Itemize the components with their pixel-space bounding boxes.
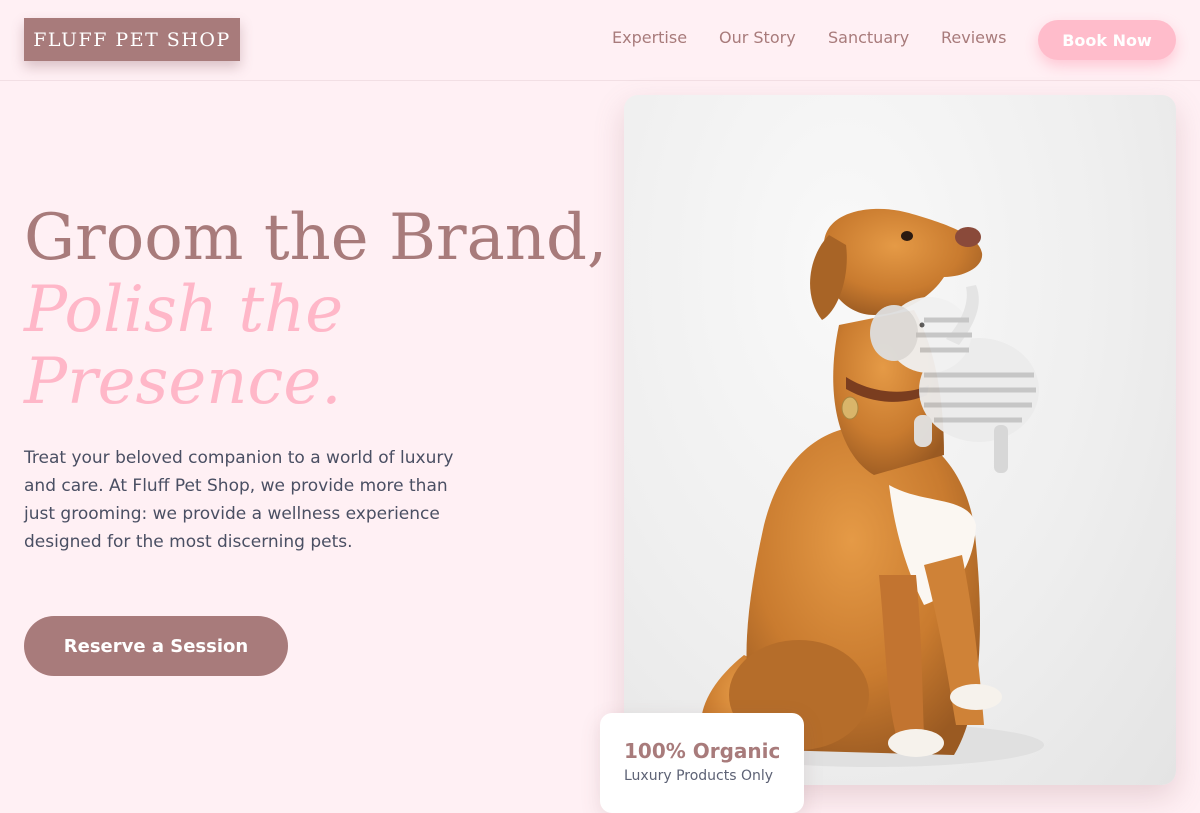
site-header: FLUFF PET SHOP Expertise Our Story Sanct… — [0, 0, 1200, 81]
nav-link-our-story[interactable]: Our Story — [719, 28, 796, 47]
hero-title-line-2: Polish the — [24, 273, 344, 347]
main-nav: Expertise Our Story Sanctuary Reviews — [0, 28, 1200, 52]
nav-link-expertise[interactable]: Expertise — [612, 28, 687, 47]
hero-title-line-3: Presence. — [24, 345, 342, 419]
nav-link-sanctuary[interactable]: Sanctuary — [828, 28, 909, 47]
hero-title: Groom the Brand, Polish the Presence. — [24, 202, 607, 418]
hero-dog-photo — [624, 95, 1176, 785]
badge-title: 100% Organic — [624, 739, 781, 763]
dog-illustration — [701, 208, 1044, 767]
badge-subtitle: Luxury Products Only — [624, 768, 774, 784]
organic-badge-card: 100% Organic Luxury Products Only — [600, 713, 804, 813]
book-now-button[interactable]: Book Now — [1038, 20, 1176, 60]
nav-link-reviews[interactable]: Reviews — [941, 28, 1006, 47]
reserve-session-button[interactable]: Reserve a Session — [24, 616, 288, 676]
hero-description: Treat your beloved companion to a world … — [24, 448, 454, 552]
hero-title-line-1: Groom the Brand, — [24, 201, 608, 275]
